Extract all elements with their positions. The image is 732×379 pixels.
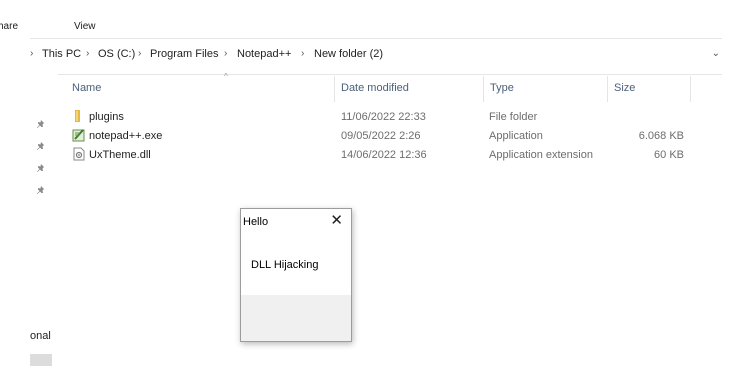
file-name: UxTheme.dll	[89, 149, 151, 161]
chevron-right-icon[interactable]: ›	[301, 48, 304, 59]
ribbon-tab-view[interactable]: View	[74, 21, 96, 32]
file-row-notepad-exe[interactable]: notepad++.exe 09/05/2022 2:26 Applicatio…	[68, 127, 698, 146]
address-bar[interactable]: › This PC › OS (C:) › Program Files › No…	[0, 45, 732, 65]
column-divider[interactable]	[483, 76, 484, 102]
folder-icon	[72, 109, 86, 123]
notepad-exe-icon	[72, 128, 86, 142]
breadcrumb-program-files[interactable]: Program Files	[150, 48, 218, 60]
nav-scrollbar[interactable]	[30, 354, 52, 366]
file-size: 6.068 KB	[638, 130, 684, 142]
ribbon-tab-share[interactable]: hare	[0, 21, 18, 32]
column-header-name[interactable]: Name	[72, 82, 101, 94]
pin-icon	[36, 185, 46, 198]
divider	[58, 74, 722, 75]
chevron-right-icon[interactable]: ›	[224, 48, 227, 59]
column-header-size[interactable]: Size	[614, 82, 635, 94]
file-date: 09/05/2022 2:26	[341, 130, 421, 142]
file-name: plugins	[89, 111, 124, 123]
file-date: 11/06/2022 22:33	[341, 111, 426, 123]
close-icon[interactable]: ✕	[330, 213, 343, 228]
pin-icon	[36, 141, 46, 154]
dll-file-icon	[72, 147, 86, 161]
breadcrumb-notepad-pp[interactable]: Notepad++	[237, 48, 291, 60]
file-size: 60 KB	[654, 149, 684, 161]
column-divider[interactable]	[334, 76, 335, 102]
sort-ascending-icon: ^	[224, 72, 228, 81]
column-divider[interactable]	[690, 76, 691, 102]
divider	[30, 38, 722, 39]
column-header-type[interactable]: Type	[490, 82, 514, 94]
ribbon-bar: hare View	[0, 0, 732, 38]
chevron-down-icon[interactable]: ⌄	[712, 48, 720, 59]
pin-icon	[36, 119, 46, 132]
breadcrumb-os-c[interactable]: OS (C:)	[98, 48, 135, 60]
chevron-right-icon[interactable]: ›	[138, 48, 141, 59]
column-divider[interactable]	[607, 76, 608, 102]
chevron-right-icon[interactable]: ›	[30, 48, 33, 59]
pin-icon	[36, 163, 46, 176]
chevron-right-icon[interactable]: ›	[86, 48, 89, 59]
file-name: notepad++.exe	[89, 130, 163, 142]
file-type: Application	[489, 130, 543, 142]
breadcrumb-this-pc[interactable]: This PC	[42, 48, 81, 60]
dialog-message: DLL Hijacking	[251, 259, 319, 271]
file-row-uxtheme-dll[interactable]: UxTheme.dll 14/06/2022 12:36 Application…	[68, 146, 698, 165]
file-row-plugins[interactable]: plugins 11/06/2022 22:33 File folder	[68, 108, 698, 127]
dialog-button-area	[241, 295, 351, 341]
file-type: Application extension	[489, 149, 593, 161]
file-date: 14/06/2022 12:36	[341, 149, 427, 161]
column-header-date[interactable]: Date modified	[341, 82, 409, 94]
dialog-title: Hello	[243, 216, 269, 228]
message-box-dialog: Hello ✕ DLL Hijacking	[240, 208, 352, 342]
nav-item-partial[interactable]: onal	[30, 330, 51, 342]
breadcrumb-new-folder-2[interactable]: New folder (2)	[314, 48, 383, 60]
file-type: File folder	[489, 111, 538, 123]
